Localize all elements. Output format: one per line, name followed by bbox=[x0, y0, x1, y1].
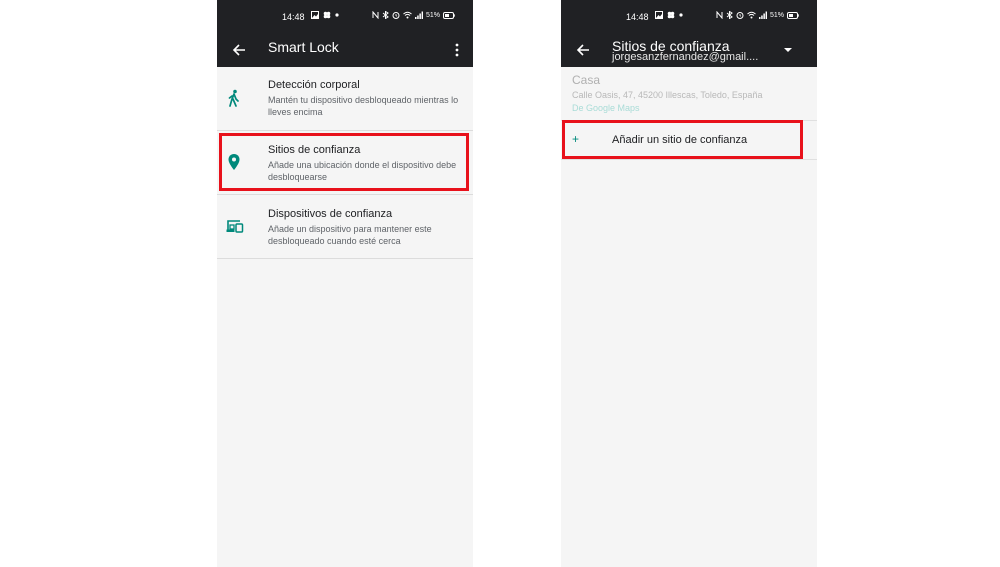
settings-item-summary: Añade un dispositivo para mantener este … bbox=[268, 224, 432, 246]
smart-lock-screen: 14:48 51% Smart Lock Detección corporal … bbox=[217, 0, 473, 567]
more-vert-icon[interactable] bbox=[451, 41, 463, 59]
gallery-notification-icon bbox=[311, 11, 319, 19]
settings-item-title: Sitios de confianza bbox=[268, 144, 361, 156]
trusted-place-item[interactable]: Casa Calle Oasis, 47, 45200 Illescas, To… bbox=[561, 67, 817, 121]
status-bar: 14:48 51% bbox=[561, 0, 817, 33]
battery-percent: 51% bbox=[770, 11, 785, 19]
dot-icon bbox=[335, 13, 339, 17]
status-time: 14:48 bbox=[282, 12, 305, 22]
plus-icon: + bbox=[572, 132, 580, 146]
app-bar: Sitios de confianza jorgesanzfernandez@g… bbox=[561, 33, 817, 67]
system-icons: 51% bbox=[372, 11, 455, 19]
wifi-icon bbox=[403, 11, 412, 19]
app-bar: Smart Lock bbox=[217, 33, 473, 67]
place-address: Calle Oasis, 47, 45200 Illescas, Toledo,… bbox=[572, 90, 763, 100]
status-bar: 14:48 51% bbox=[217, 0, 473, 33]
notification-icons bbox=[655, 11, 683, 19]
settings-item-summary: Añade una ubicación donde el dispositivo… bbox=[268, 160, 457, 182]
add-trusted-place-label: Añadir un sitio de confianza bbox=[612, 134, 748, 146]
location-pin-icon bbox=[228, 154, 240, 170]
place-source: De Google Maps bbox=[572, 103, 640, 113]
notification-icons bbox=[311, 11, 339, 19]
walk-icon bbox=[228, 89, 239, 107]
trusted-places-screen: 14:48 51% Sitios de confianza jorgesanzf… bbox=[561, 0, 817, 567]
arrow-back-icon[interactable] bbox=[230, 41, 248, 59]
settings-item-summary: Mantén tu dispositivo desbloqueado mient… bbox=[268, 95, 459, 117]
settings-item-trusted-devices[interactable]: Dispositivos de confianza Añade un dispo… bbox=[217, 195, 473, 259]
dot-icon bbox=[679, 13, 683, 17]
system-icons: 51% bbox=[716, 11, 799, 19]
battery-icon bbox=[443, 11, 455, 19]
battery-icon bbox=[787, 11, 799, 19]
account-email[interactable]: jorgesanzfernandez@gmail.... bbox=[612, 51, 758, 63]
dropdown-arrow-icon[interactable] bbox=[781, 41, 795, 59]
settings-item-title: Detección corporal bbox=[268, 79, 360, 91]
nfc-icon bbox=[716, 11, 723, 19]
alarm-icon bbox=[392, 12, 400, 19]
gallery-notification-icon bbox=[655, 11, 663, 19]
app-notification-icon bbox=[667, 11, 675, 19]
wifi-icon bbox=[747, 11, 756, 19]
bluetooth-icon bbox=[726, 11, 733, 19]
battery-percent: 51% bbox=[426, 11, 441, 19]
signal-icon bbox=[415, 11, 423, 19]
settings-item-trusted-places[interactable]: Sitios de confianza Añade una ubicación … bbox=[217, 131, 473, 195]
arrow-back-icon[interactable] bbox=[574, 41, 592, 59]
status-time: 14:48 bbox=[626, 12, 649, 22]
signal-icon bbox=[759, 11, 767, 19]
place-name: Casa bbox=[572, 73, 601, 87]
page-title: Smart Lock bbox=[268, 39, 339, 55]
app-notification-icon bbox=[323, 11, 331, 19]
settings-item-body-detection[interactable]: Detección corporal Mantén tu dispositivo… bbox=[217, 67, 473, 131]
devices-icon bbox=[226, 220, 244, 233]
alarm-icon bbox=[736, 12, 744, 19]
nfc-icon bbox=[372, 11, 379, 19]
add-trusted-place-button[interactable]: + Añadir un sitio de confianza bbox=[561, 122, 817, 160]
bluetooth-icon bbox=[382, 11, 389, 19]
settings-item-title: Dispositivos de confianza bbox=[268, 208, 393, 220]
